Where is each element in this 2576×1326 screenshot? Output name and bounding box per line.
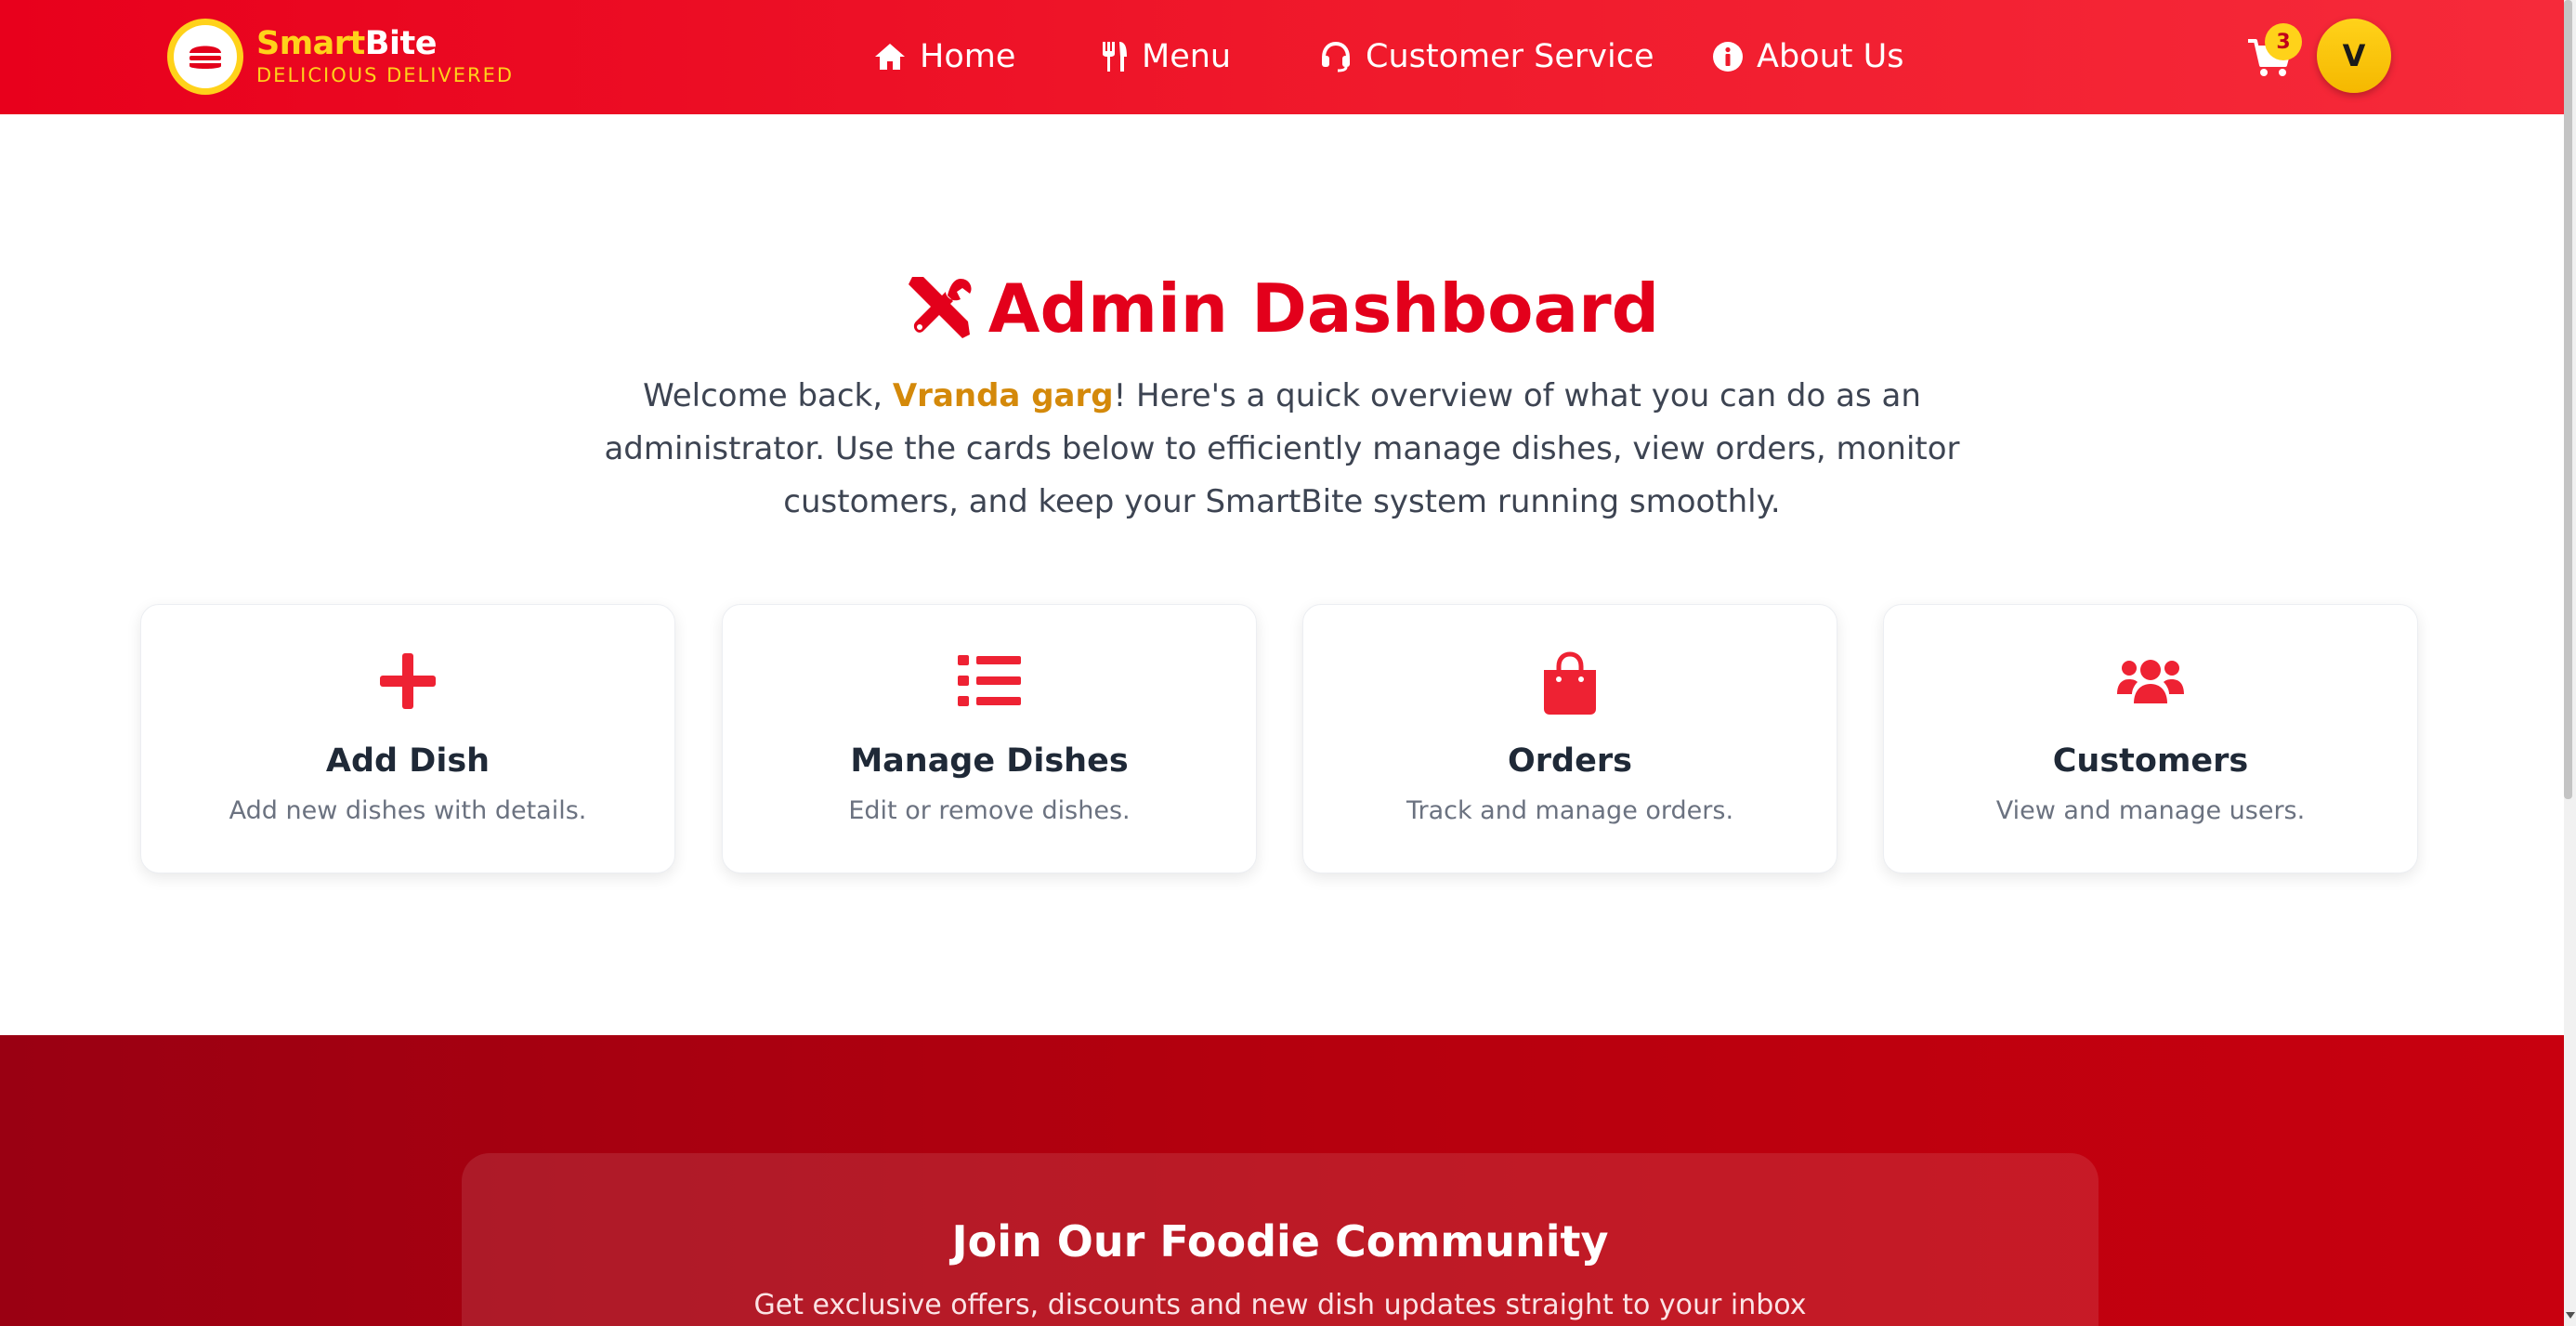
card-description: Edit or remove dishes. [848, 796, 1131, 825]
headset-icon [1322, 41, 1350, 72]
card-title: Manage Dishes [850, 742, 1129, 780]
scrollbar-thumb[interactable] [2564, 0, 2572, 799]
card-description: View and manage users. [1995, 796, 2306, 825]
brand-tagline: DELICIOUS DELIVERED [256, 64, 515, 86]
user-avatar[interactable]: V [2317, 19, 2391, 93]
nav-customer-service[interactable]: Customer Service [1319, 35, 1654, 78]
newsletter-subtitle: Get exclusive offers, discounts and new … [753, 1289, 1807, 1321]
card-add-dish[interactable]: Add Dish Add new dishes with details. [140, 604, 675, 873]
page-title-row: Admin Dashboard [0, 269, 2564, 348]
top-navbar: SmartBite DELICIOUS DELIVERED Home Menu … [0, 0, 2564, 114]
info-icon [1713, 42, 1743, 72]
card-description: Add new dishes with details. [229, 796, 587, 825]
brand-logo[interactable]: SmartBite DELICIOUS DELIVERED [167, 19, 514, 95]
plus-icon [380, 653, 436, 709]
card-orders[interactable]: Orders Track and manage orders. [1302, 604, 1837, 873]
brand-name: SmartBite [256, 25, 437, 62]
card-manage-dishes[interactable]: Manage Dishes Edit or remove dishes. [722, 604, 1257, 873]
home-icon [875, 44, 905, 70]
nav-about-us-label: About Us [1757, 38, 1904, 75]
scroll-down-arrow-icon[interactable] [2566, 1312, 2575, 1319]
newsletter-box: Join Our Foodie Community Get exclusive … [462, 1153, 2099, 1326]
utensils-icon [1103, 42, 1127, 72]
card-title: Orders [1508, 742, 1632, 780]
users-icon [2117, 660, 2184, 703]
newsletter-title: Join Our Foodie Community [951, 1216, 1609, 1267]
nav-menu-label: Menu [1142, 38, 1232, 75]
nav-home[interactable]: Home [873, 35, 1015, 78]
card-title: Add Dish [325, 742, 490, 780]
shopping-bag-icon [1544, 651, 1596, 715]
tools-icon [908, 277, 972, 338]
footer-section: Join Our Foodie Community Get exclusive … [0, 1035, 2564, 1326]
page-scrollbar[interactable] [2564, 0, 2576, 1326]
welcome-message: Welcome back, Vranda garg! Here's a quic… [576, 370, 1988, 529]
nav-home-label: Home [920, 38, 1016, 75]
cart-count-badge: 3 [2265, 23, 2302, 60]
list-icon [958, 655, 1021, 706]
nav-about-us[interactable]: About Us [1712, 35, 1903, 78]
card-customers[interactable]: Customers View and manage users. [1883, 604, 2418, 873]
nav-customer-service-label: Customer Service [1366, 38, 1654, 75]
page-title: Admin Dashboard [987, 269, 1660, 348]
card-title: Customers [2052, 742, 2249, 780]
card-description: Track and manage orders. [1406, 796, 1734, 825]
welcome-prefix: Welcome back, [643, 377, 893, 414]
user-name: Vranda garg [892, 377, 1114, 414]
burger-logo-icon [167, 19, 243, 95]
nav-menu[interactable]: Menu [1101, 35, 1231, 78]
